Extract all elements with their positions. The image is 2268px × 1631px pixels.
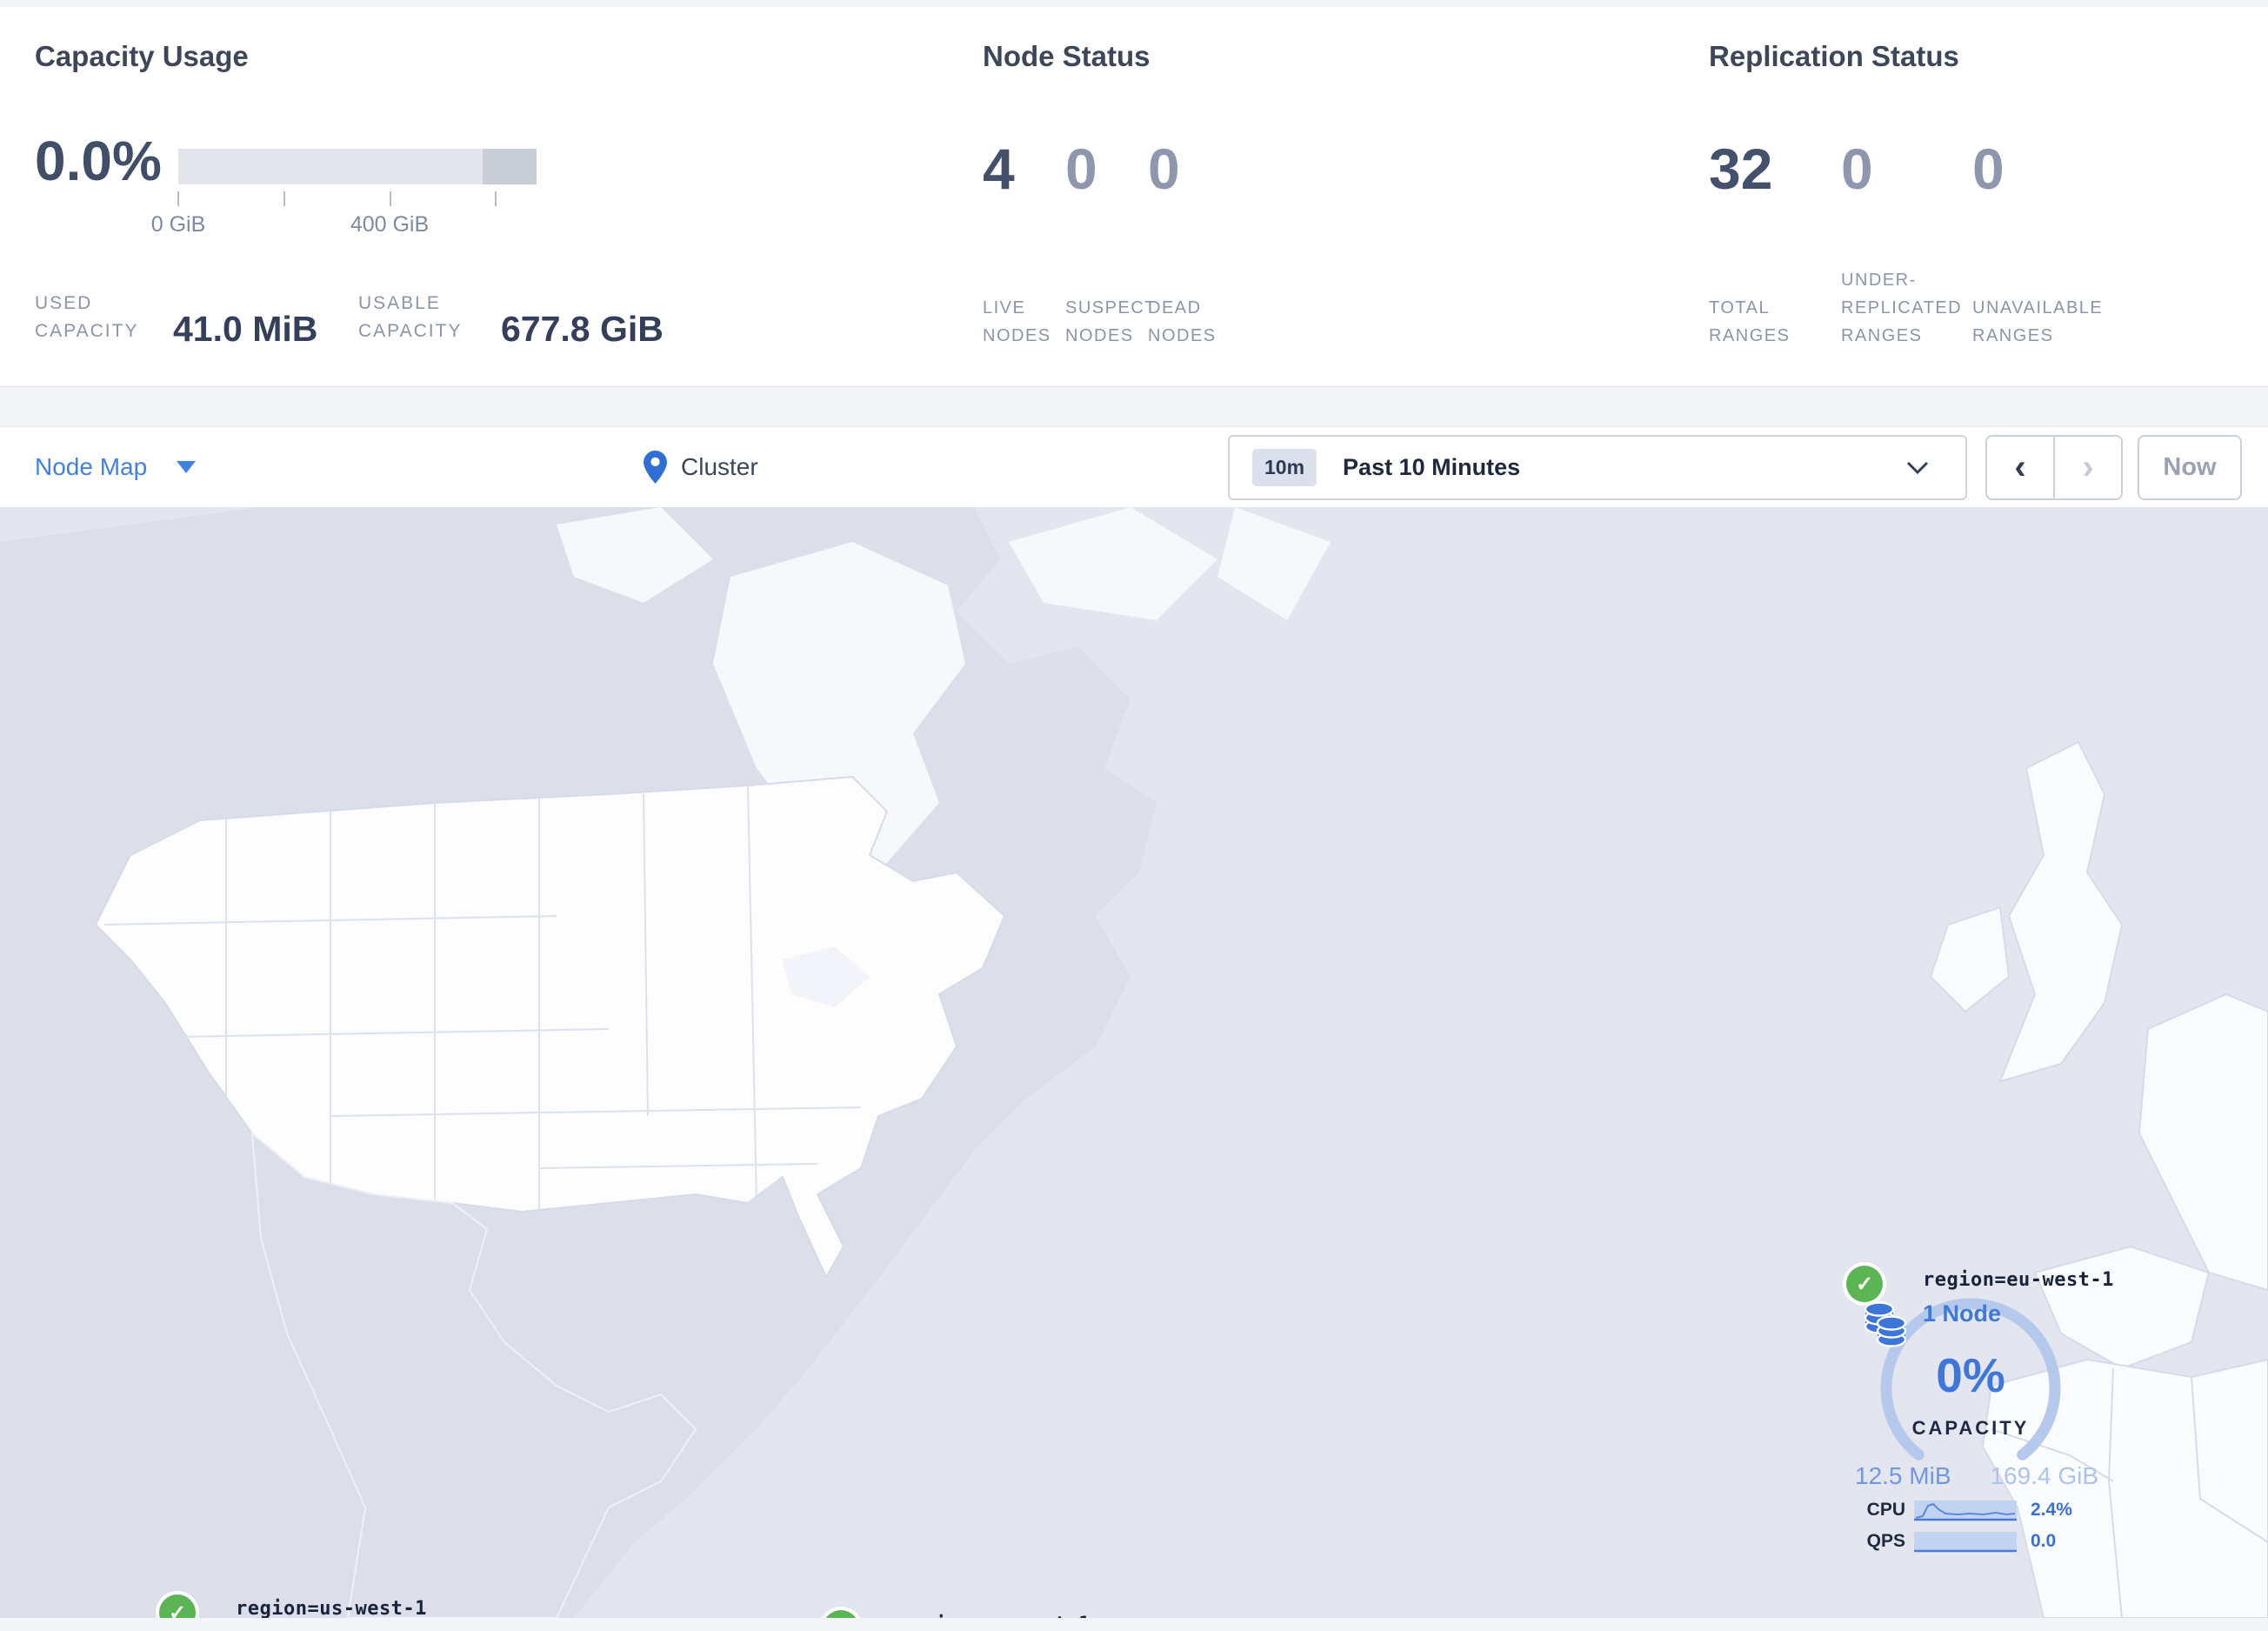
- total-ranges-count: 32: [1709, 137, 1773, 201]
- under-replicated-label: UNDER-REPLICATED RANGES: [1841, 271, 1963, 345]
- qps-label: QPS: [1866, 1531, 1905, 1551]
- replication-status-title: Replication Status: [1709, 40, 1959, 72]
- time-range-badge: 10m: [1252, 449, 1317, 486]
- qps-value: 0.0: [2031, 1531, 2057, 1551]
- cluster-summary-panel: Capacity Usage 0.0% 0 GiB 400 GiB USED C…: [0, 7, 2268, 387]
- capacity-caption: CAPACITY: [1911, 1417, 2030, 1439]
- capacity-usage-title: Capacity Usage: [35, 40, 249, 72]
- usable-capacity-label: USABLE CAPACITY: [358, 293, 463, 341]
- region-label[interactable]: region=us-west-1: [236, 1598, 427, 1618]
- node-map[interactable]: 0% CAPACITY ✓ region=us-west-1 1 Node 12…: [0, 507, 2268, 1618]
- capacity-percent-value: 0%: [1936, 1348, 2005, 1402]
- map-pin-icon: [644, 451, 667, 484]
- live-nodes-count: 4: [983, 137, 1015, 201]
- suspect-nodes-count: 0: [1065, 137, 1097, 201]
- time-range-label: Past 10 Minutes: [1343, 454, 1521, 480]
- capacity-usage-section: Capacity Usage 0.0% 0 GiB 400 GiB USED C…: [35, 7, 904, 386]
- gauge-tick: [284, 191, 285, 206]
- gauge-tick: [177, 191, 179, 206]
- time-step-forward-button[interactable]: ›: [2055, 437, 2121, 498]
- dead-nodes-count: 0: [1148, 137, 1180, 201]
- breadcrumb-label: Cluster: [681, 453, 758, 480]
- capacity-percent: 0.0%: [35, 130, 162, 192]
- dead-nodes-label: DEAD NODES: [1148, 298, 1217, 345]
- used-capacity-value: 41.0 MiB: [173, 309, 318, 349]
- now-button[interactable]: Now: [2138, 435, 2242, 500]
- gauge-tick: [495, 191, 497, 206]
- live-status-icon: ✓: [159, 1594, 196, 1618]
- cpu-label: CPU: [1866, 1500, 1905, 1520]
- locality-marker-us-east-1[interactable]: 0% CAPACITY ✓ region=us-east-1 2 Nodes 1…: [823, 1601, 1090, 1618]
- live-status-icon: ✓: [1846, 1266, 1883, 1302]
- database-stack-icon: [1864, 1301, 1907, 1347]
- node-status-title: Node Status: [983, 40, 1151, 72]
- total-ranges-label: TOTAL RANGES: [1709, 298, 1791, 345]
- breadcrumb[interactable]: Cluster: [644, 427, 758, 507]
- live-nodes-label: LIVE NODES: [983, 298, 1051, 345]
- total-capacity: 169.4 GiB: [1990, 1462, 2098, 1489]
- usable-capacity-value: 677.8 GiB: [501, 309, 664, 349]
- map-toolbar: Node Map Cluster 10m Past 10 Minutes ‹ ›…: [0, 426, 2268, 507]
- region-label[interactable]: region=us-east-1: [899, 1614, 1091, 1618]
- live-status-icon: ✓: [823, 1610, 859, 1618]
- capacity-gauge-reserved-segment: [483, 149, 537, 184]
- cpu-sparkline: [1914, 1500, 2017, 1521]
- locality-marker-us-west-1[interactable]: 0% CAPACITY ✓ region=us-west-1 1 Node 12…: [159, 1586, 426, 1618]
- replication-status-section: Replication Status 32 0 0 TOTAL RANGES U…: [1709, 7, 2248, 386]
- unavailable-count: 0: [1972, 137, 2005, 201]
- time-range-dropdown[interactable]: 10m Past 10 Minutes: [1228, 435, 1967, 500]
- gauge-tick-label-0: 0 GiB: [150, 212, 206, 237]
- gauge-tick-label-400: 400 GiB: [350, 212, 430, 237]
- suspect-nodes-label: SUSPECT NODES: [1065, 298, 1157, 345]
- region-label[interactable]: region=eu-west-1: [1923, 1269, 2114, 1291]
- unavailable-label: UNAVAILABLE RANGES: [1972, 298, 2104, 345]
- view-selector-label: Node Map: [35, 453, 148, 480]
- used-capacity-label: USED CAPACITY: [35, 293, 139, 341]
- under-replicated-count: 0: [1841, 137, 1873, 201]
- node-count-link[interactable]: 1 Node: [1923, 1300, 2001, 1327]
- locality-marker-eu-west-1[interactable]: 0% CAPACITY ✓ region=eu-west-1 1 Node 12…: [1846, 1257, 2113, 1553]
- view-selector-dropdown[interactable]: Node Map: [35, 427, 197, 507]
- used-capacity: 12.5 MiB: [1855, 1462, 1951, 1489]
- capacity-gauge-bar: [178, 149, 537, 184]
- time-step-buttons: ‹ ›: [1985, 435, 2123, 500]
- caret-down-icon: [177, 461, 197, 473]
- gauge-tick: [390, 191, 391, 206]
- time-step-back-button[interactable]: ‹: [1987, 437, 2055, 498]
- cpu-value: 2.4%: [2031, 1500, 2072, 1520]
- node-status-section: Node Status 4 0 0 LIVE NODES SUSPECT NOD…: [983, 7, 1591, 386]
- chevron-down-icon: [1906, 461, 1929, 475]
- qps-sparkline: [1914, 1531, 2017, 1552]
